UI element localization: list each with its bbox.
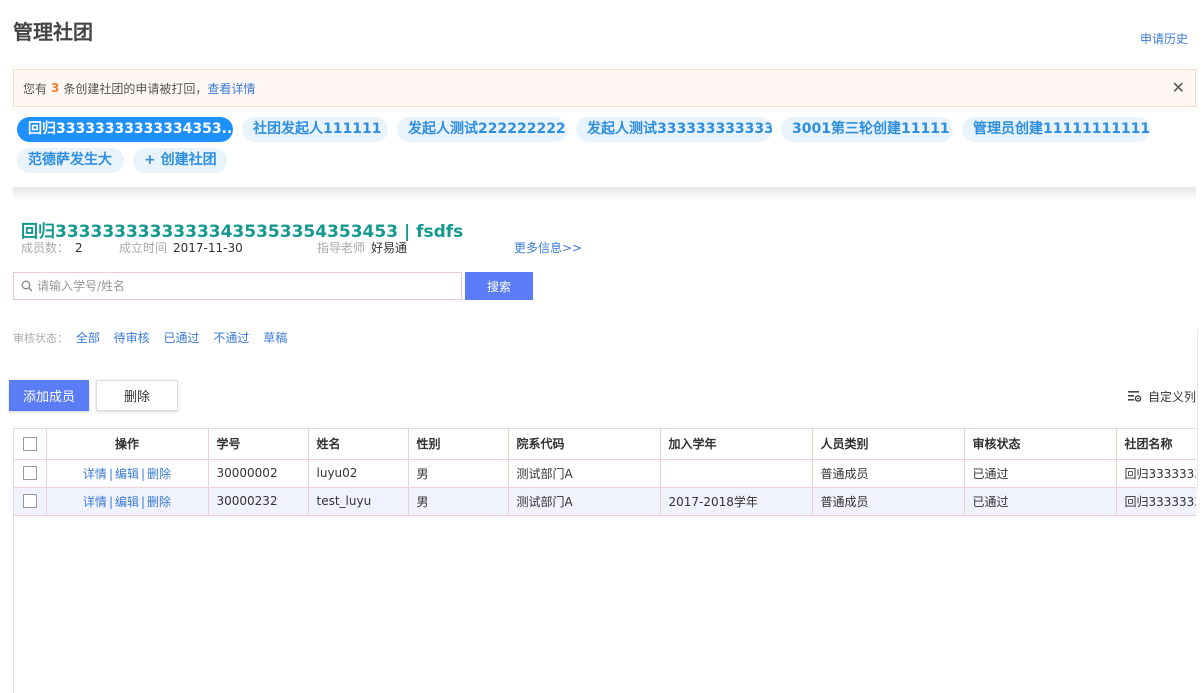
status-option-approved[interactable]: 已通过 [164,331,200,345]
custom-columns-label: 自定义列 [1148,390,1197,404]
club-tab[interactable]: 回归33333333333334353... [17,117,233,142]
column-header[interactable]: 人员类别 [812,429,965,460]
delete-link[interactable]: 删除 [147,467,171,481]
club-tab[interactable]: 社团发起人111111 [242,117,388,142]
club-tab[interactable]: 发起人测试333333333333 [576,117,772,142]
column-header[interactable]: 加入学年 [660,429,813,460]
notice-detail-link[interactable]: 查看详情 [207,80,255,97]
founded-label: 成立时间 [119,241,168,255]
add-member-button[interactable]: 添加成员 [9,380,89,411]
founded-date: 成立时间 2017-11-30 [119,239,243,256]
row-actions: 详情 | 编辑 | 删除 [46,487,209,516]
notice-suffix: 条创建社团的申请被打回， [63,81,208,96]
club-tab[interactable]: 范德萨发生大 [17,148,124,173]
detail-link[interactable]: 详情 [83,467,107,481]
advisor-label: 指导老师 [317,241,366,255]
column-header[interactable]: 社团名称 [1116,429,1196,460]
page-title: 管理社团 [13,20,93,44]
advisor: 指导老师 好易通 [317,239,407,256]
create-club-button[interactable]: + 创建社团 [133,148,227,173]
status-option-draft[interactable]: 草稿 [263,331,287,345]
select-all-checkbox[interactable] [22,437,37,451]
column-header[interactable]: 院系代码 [508,429,661,460]
status-filter-label: 审核状态： [13,332,68,345]
notice-prefix: 您有 [23,81,48,96]
status-option-all[interactable]: 全部 [76,331,100,345]
column-header[interactable]: 审核状态 [964,429,1117,460]
member-count: 成员数： 2 [21,239,83,256]
cell-student-id: 30000232 [208,487,309,516]
search-input[interactable] [37,279,437,293]
row-actions: 详情 | 编辑 | 删除 [46,459,209,488]
table-header-row: 操作 学号 姓名 性别 院系代码 加入学年 人员类别 审核状态 社团名称 [14,429,1196,460]
club-tab[interactable]: 发起人测试222222222 [397,117,567,142]
column-header[interactable]: 姓名 [308,429,409,460]
edit-link[interactable]: 编辑 [115,467,139,481]
select-all-cell [14,429,47,460]
column-header[interactable]: 学号 [208,429,309,460]
club-tab[interactable]: 管理员创建11111111111 [962,117,1150,142]
member-count-value: 2 [75,241,83,255]
table-row: 详情 | 编辑 | 删除 30000002 luyu02 男 测试部门A 普通成员 已通… [14,459,1196,488]
cell-member-type: 普通成员 [812,459,965,488]
delete-link[interactable]: 删除 [147,495,171,509]
table-row: 详情 | 编辑 | 删除 30000232 test_luyu 男 测试部门A 2017… [14,487,1196,516]
founded-value: 2017-11-30 [173,241,243,255]
cell-review-status: 已通过 [964,487,1117,516]
delete-button[interactable]: 删除 [96,380,178,411]
club-tab[interactable]: 3001第三轮创建11111 [781,117,953,142]
notice-count: 3 [51,81,60,95]
status-filter: 审核状态： 全部 待审核 已通过 不通过 草稿 [13,329,297,346]
settings-list-icon [1128,391,1142,402]
status-option-pending[interactable]: 待审核 [114,331,150,345]
search-box [13,272,462,300]
close-icon[interactable]: ✕ [1172,79,1185,97]
edit-link[interactable]: 编辑 [115,495,139,509]
cell-gender: 男 [408,459,509,488]
cell-review-status: 已通过 [964,459,1117,488]
cell-student-id: 30000002 [208,459,309,488]
history-link[interactable]: 申请历史 [1140,30,1188,47]
cell-club-name: 回归33333333333333435353354353453 [1116,487,1196,516]
advisor-value: 好易通 [371,241,408,255]
scrollbar-track[interactable] [1197,330,1202,490]
cell-department: 测试部门A [508,459,661,488]
status-option-rejected[interactable]: 不通过 [213,331,249,345]
column-header[interactable]: 性别 [408,429,509,460]
cell-gender: 男 [408,487,509,516]
cell-name: test_luyu [308,487,409,516]
cell-name: luyu02 [308,459,409,488]
cell-department: 测试部门A [508,487,661,516]
more-info-link[interactable]: 更多信息>> [514,239,582,256]
search-button[interactable]: 搜索 [465,272,533,300]
cell-join-year [660,459,813,488]
column-header: 操作 [46,429,209,460]
member-count-label: 成员数： [21,241,70,255]
row-select-cell [14,487,47,516]
rejection-notice: 您有 3 条创建社团的申请被打回， 查看详情 ✕ [13,69,1196,107]
section-divider [13,187,1196,201]
detail-link[interactable]: 详情 [83,495,107,509]
row-checkbox[interactable] [22,494,37,509]
cell-join-year: 2017-2018学年 [660,487,813,516]
search-icon [21,280,33,292]
row-select-cell [14,459,47,488]
cell-member-type: 普通成员 [812,487,965,516]
members-table: 操作 学号 姓名 性别 院系代码 加入学年 人员类别 审核状态 社团名称 详情 |… [13,428,1196,693]
custom-columns-button[interactable]: 自定义列 [1128,388,1196,405]
cell-club-name: 回归33333333333333435353354353453 [1116,459,1196,488]
row-checkbox[interactable] [22,466,37,481]
